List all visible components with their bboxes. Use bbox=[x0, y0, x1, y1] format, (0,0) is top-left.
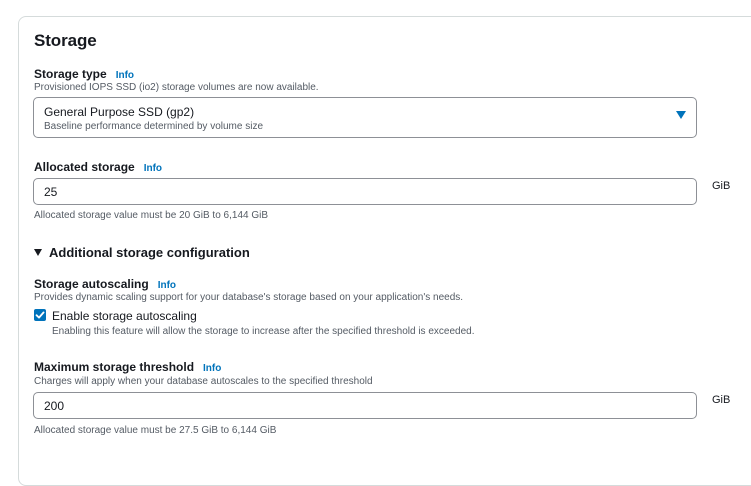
storage-type-info-link[interactable]: Info bbox=[116, 70, 134, 81]
storage-heading: Storage bbox=[34, 31, 97, 50]
caret-down-icon bbox=[34, 249, 42, 256]
allocated-storage-input[interactable] bbox=[33, 178, 697, 205]
allocated-storage-unit: GiB bbox=[712, 180, 731, 192]
storage-type-label: Storage type bbox=[34, 67, 107, 81]
max-threshold-unit: GiB bbox=[712, 394, 731, 406]
checkmark-icon bbox=[35, 311, 45, 319]
allocated-storage-label-row: Allocated storage Info bbox=[34, 158, 162, 176]
storage-type-selected-value: General Purpose SSD (gp2) bbox=[44, 105, 195, 119]
enable-autoscaling-label[interactable]: Enable storage autoscaling bbox=[52, 309, 197, 323]
max-threshold-label-row: Maximum storage threshold Info bbox=[34, 358, 221, 376]
max-threshold-description: Charges will apply when your database au… bbox=[34, 376, 373, 387]
storage-type-label-row: Storage type Info bbox=[34, 65, 134, 83]
allocated-storage-constraint: Allocated storage value must be 20 GiB t… bbox=[34, 210, 269, 221]
autoscaling-info-link[interactable]: Info bbox=[158, 280, 176, 291]
additional-storage-config-toggle[interactable]: Additional storage configuration bbox=[34, 245, 250, 260]
max-threshold-constraint: Allocated storage value must be 27.5 GiB… bbox=[34, 425, 277, 436]
enable-autoscaling-description: Enabling this feature will allow the sto… bbox=[52, 326, 475, 337]
autoscaling-label-row: Storage autoscaling Info bbox=[34, 275, 176, 293]
storage-type-select[interactable]: General Purpose SSD (gp2) Baseline perfo… bbox=[33, 97, 697, 138]
allocated-storage-label: Allocated storage bbox=[34, 160, 135, 174]
enable-autoscaling-checkbox[interactable] bbox=[34, 309, 46, 321]
autoscaling-label: Storage autoscaling bbox=[34, 277, 149, 291]
max-threshold-input[interactable] bbox=[33, 392, 697, 419]
caret-down-icon bbox=[676, 111, 686, 119]
max-threshold-info-link[interactable]: Info bbox=[203, 363, 221, 374]
allocated-storage-info-link[interactable]: Info bbox=[144, 163, 162, 174]
storage-type-selected-description: Baseline performance determined by volum… bbox=[44, 121, 263, 132]
autoscaling-description: Provides dynamic scaling support for you… bbox=[34, 292, 464, 303]
storage-type-description: Provisioned IOPS SSD (io2) storage volum… bbox=[34, 82, 319, 93]
additional-storage-config-title: Additional storage configuration bbox=[49, 245, 250, 260]
max-threshold-label: Maximum storage threshold bbox=[34, 360, 195, 374]
